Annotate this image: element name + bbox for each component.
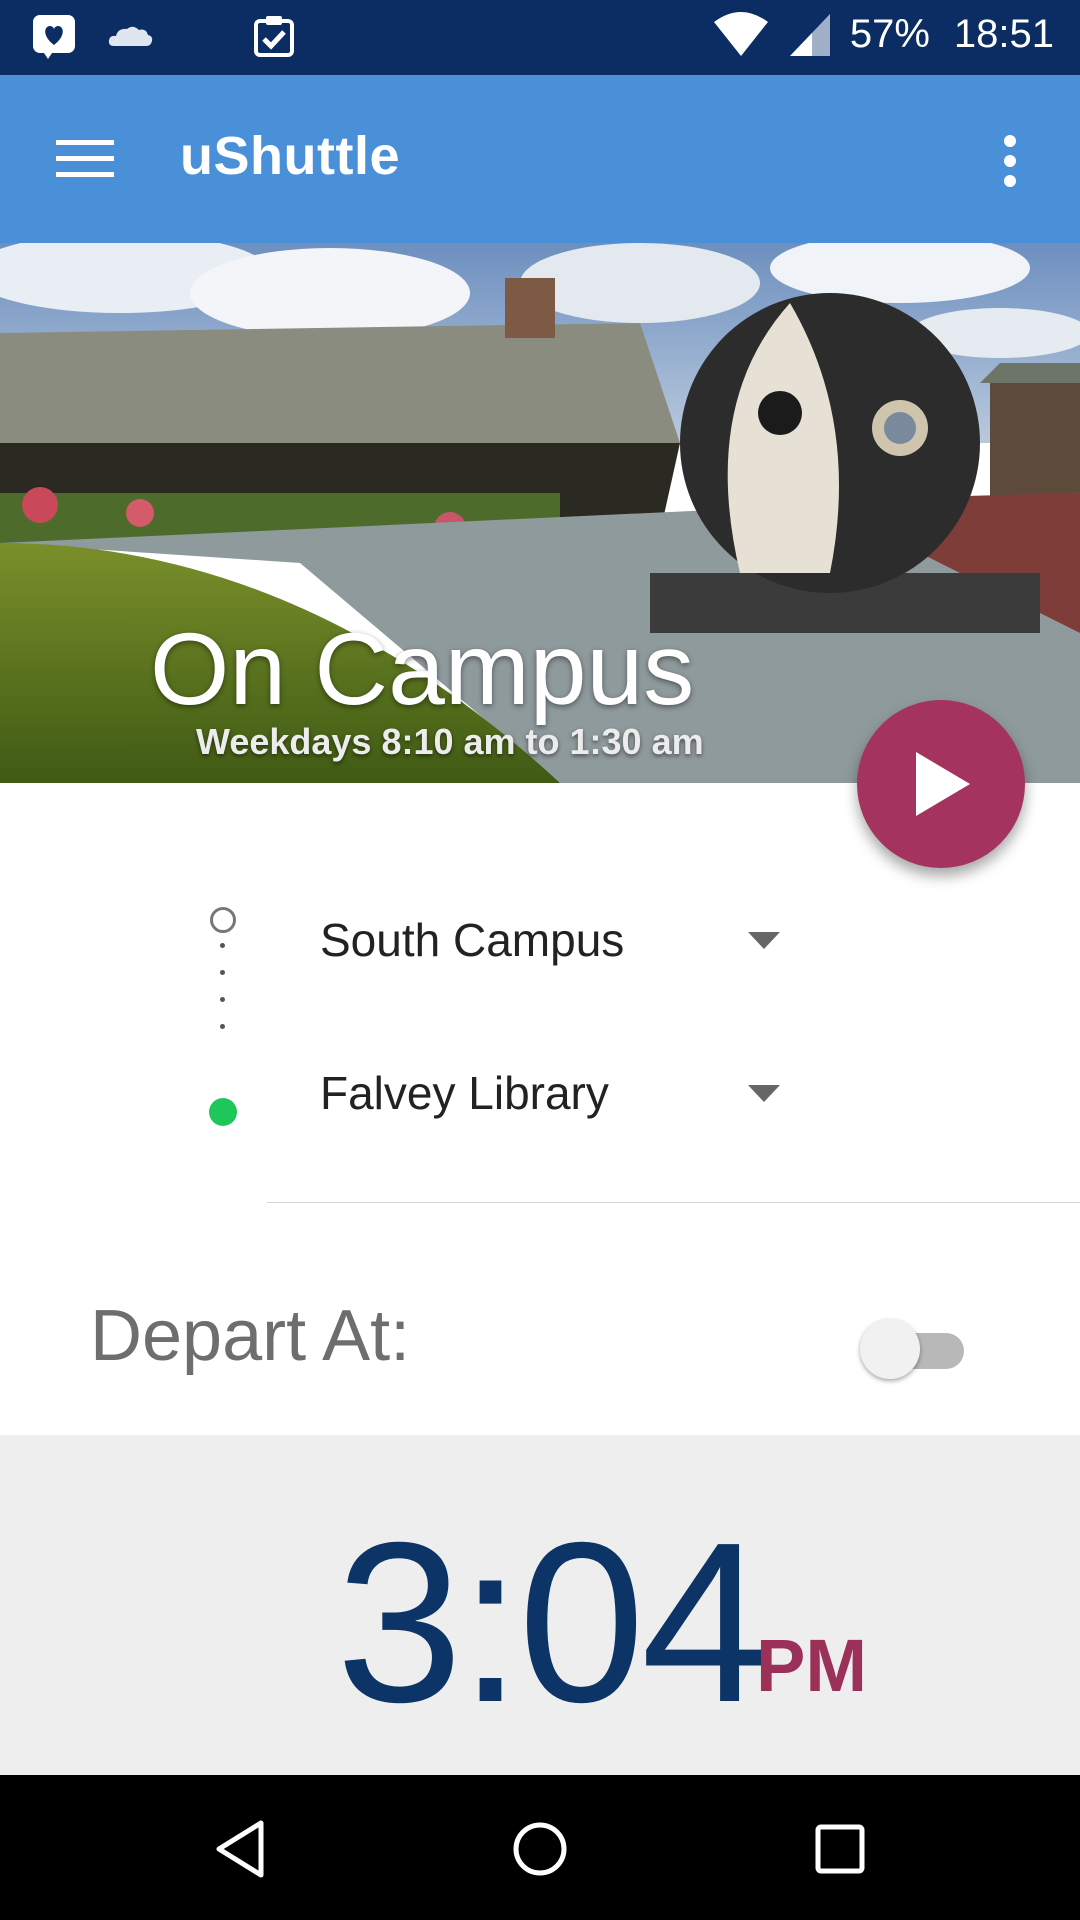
origin-marker [210, 907, 236, 933]
app-bar: uShuttle [0, 75, 1080, 243]
status-bar: 57% 18:51 [0, 0, 1080, 75]
home-button[interactable] [502, 1811, 578, 1887]
route-connector [220, 943, 226, 1063]
origin-dropdown[interactable]: South Campus [320, 900, 790, 980]
destination-dropdown[interactable]: Falvey Library [320, 1053, 790, 1133]
recents-icon [815, 1824, 865, 1874]
origin-value: South Campus [320, 914, 625, 966]
destination-value: Falvey Library [320, 1067, 609, 1119]
system-nav-bar [0, 1775, 1080, 1920]
status-left-icons [30, 12, 298, 60]
time-picker-display[interactable]: 3:04 PM [0, 1435, 1080, 1775]
destination-marker [209, 1098, 237, 1126]
back-icon [216, 1820, 264, 1878]
chevron-down-icon [748, 1084, 780, 1102]
route-selector: South Campus Falvey Library [0, 783, 1080, 1205]
time-ampm: PM [756, 1624, 867, 1707]
clipboard-check-icon [254, 16, 294, 57]
battery-percent: 57% [849, 11, 930, 56]
wifi-icon [713, 12, 768, 56]
more-vert-icon [1004, 135, 1016, 187]
app-title: uShuttle [180, 126, 400, 186]
toggle-thumb [860, 1319, 920, 1379]
hamburger-menu-icon [56, 140, 114, 177]
depart-section: Depart At: [0, 1203, 1080, 1435]
hero-schedule: Weekdays 8:10 am to 1:30 am [196, 721, 704, 762]
hero-title: On Campus [150, 612, 695, 726]
menu-button[interactable] [40, 121, 130, 197]
depart-toggle[interactable] [858, 1317, 964, 1379]
home-icon [513, 1822, 567, 1876]
chevron-down-icon [748, 931, 780, 949]
cloud-icon [108, 26, 153, 46]
back-button[interactable] [203, 1811, 279, 1887]
status-time: 18:51 [953, 11, 1054, 56]
cell-signal-icon [789, 14, 830, 56]
recents-button[interactable] [802, 1811, 878, 1887]
status-right: 57% 18:51 [712, 10, 1054, 58]
heart-message-icon [33, 15, 75, 59]
more-options-button[interactable] [980, 123, 1040, 199]
depart-label: Depart At: [90, 1296, 411, 1376]
time-value: 3:04 [336, 1496, 768, 1750]
